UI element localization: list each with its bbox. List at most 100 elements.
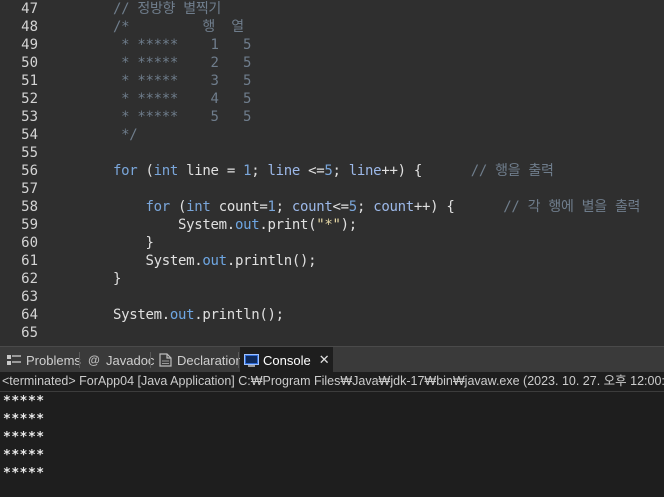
code-token: System. [113,253,203,269]
code-text: } [113,270,121,288]
code-line[interactable]: 52 * ***** 4 5 [0,90,664,108]
line-number: 65 [21,325,38,341]
problems-icon [6,352,22,368]
comment-token: /* 행 열 [113,19,244,35]
code-line[interactable]: 56 for (int line = 1; line <=5; line++) {… [0,162,664,180]
comment-token: // 행을 출력 [470,163,554,179]
tab-declaration[interactable]: Declaration [153,347,247,373]
code-line[interactable]: 59 System.out.print("*"); [0,216,664,234]
bottom-view-panel: Problems @ Javadoc Declaration Console ✕… [0,346,664,497]
tab-problems[interactable]: Problems [2,347,85,373]
line-number: 58 [21,199,38,215]
code-line[interactable]: 60 } [0,234,664,252]
code-line[interactable]: 65 [0,324,664,342]
code-text: /* 행 열 [113,18,244,36]
tab-label: Javadoc [106,352,155,368]
code-line[interactable]: 62} [0,270,664,288]
field-token: out [202,253,227,269]
code-token: ++) { [381,163,471,179]
number-token: 1 [267,199,276,215]
code-line[interactable]: 49 * ***** 1 5 [0,36,664,54]
comment-token: * ***** 2 5 [113,55,252,71]
keyword-token: int [186,199,211,215]
code-line[interactable]: 48 /* 행 열 [0,18,664,36]
comment-token: // 각 행에 별을 출력 [503,199,641,215]
code-text: * ***** 1 5 [113,36,251,54]
tab-label: Console [263,352,311,368]
line-number: 51 [21,73,38,89]
code-line[interactable]: 58 for (int count=1; count<=5; count++) … [0,198,664,216]
comment-token: // 정방향 별찍기 [113,1,221,17]
line-number: 50 [21,55,38,71]
field-token: out [169,307,195,323]
tab-javadoc[interactable]: @ Javadoc [82,347,158,373]
code-token: .println(); [226,253,317,269]
code-text: */ [113,126,138,144]
code-text: * ***** 4 5 [113,90,251,108]
console-output[interactable]: ***** ***** ***** ***** ***** [0,391,664,497]
line-number: 61 [21,253,38,269]
code-text: * ***** 5 5 [113,108,251,126]
code-token: <= [300,163,325,179]
code-text: for (int count=1; count<=5; count++) { /… [113,198,641,216]
variable-token: line [348,163,382,179]
line-number: 57 [21,181,38,197]
code-line[interactable]: 64 System.out.println(); [0,306,664,324]
tab-separator [238,352,239,368]
line-number: 53 [21,109,38,125]
code-line[interactable]: 51 * ***** 3 5 [0,72,664,90]
code-token: <= [332,199,350,215]
code-token: count= [210,199,268,215]
number-token: 5 [348,199,357,215]
code-token: ( [169,199,187,215]
code-token: ( [137,163,154,179]
code-line[interactable]: 55 [0,144,664,162]
code-text: System.out.println(); [113,306,284,324]
code-token: System. [113,307,170,323]
console-output-line: ***** [3,448,45,463]
number-token: 5 [324,163,333,179]
comment-token: */ [113,127,138,143]
comment-token: * ***** 1 5 [113,37,252,53]
code-line[interactable]: 63 [0,288,664,306]
console-output-line: ***** [3,412,45,427]
code-token: .print( [259,217,317,233]
line-number: 49 [21,37,38,53]
code-text: System.out.print("*"); [113,216,357,234]
console-status-line: <terminated> ForApp04 [Java Application]… [2,374,664,388]
javadoc-icon: @ [88,353,100,367]
code-line[interactable]: 61 System.out.println(); [0,252,664,270]
code-token: ; [275,199,292,215]
code-token: ; [356,199,374,215]
code-line[interactable]: 53 * ***** 5 5 [0,108,664,126]
view-tab-bar: Problems @ Javadoc Declaration Console ✕ [0,346,664,373]
code-token: ; [332,163,349,179]
code-token: ++) { [413,199,504,215]
close-icon[interactable]: ✕ [319,352,330,368]
line-number: 55 [21,145,38,161]
tab-separator [79,352,80,368]
tab-label: Problems [26,352,81,368]
code-editor[interactable]: 47// 정방향 별찍기 48/* 행 열 49 * ***** 1 5 50 * *… [0,0,664,346]
keyword-token: for [145,199,171,215]
code-line[interactable]: 50 * ***** 2 5 [0,54,664,72]
line-number: 54 [21,127,38,143]
line-number: 59 [21,217,38,233]
code-text: * ***** 2 5 [113,54,251,72]
code-token: ); [340,217,358,233]
declaration-icon [157,352,173,368]
line-number: 52 [21,91,38,107]
tab-label: Declaration [177,352,243,368]
console-icon [244,352,259,368]
variable-token: line [267,163,300,179]
console-output-line: ***** [3,430,45,445]
number-token: 1 [243,163,252,179]
code-line[interactable]: 57 [0,180,664,198]
line-number: 48 [21,19,38,35]
code-line[interactable]: 54 */ [0,126,664,144]
comment-token: * ***** 3 5 [113,73,252,89]
variable-token: count [291,199,333,215]
code-line[interactable]: 47 // 정방향 별찍기 [0,0,664,18]
tab-console[interactable]: Console ✕ [240,347,333,373]
